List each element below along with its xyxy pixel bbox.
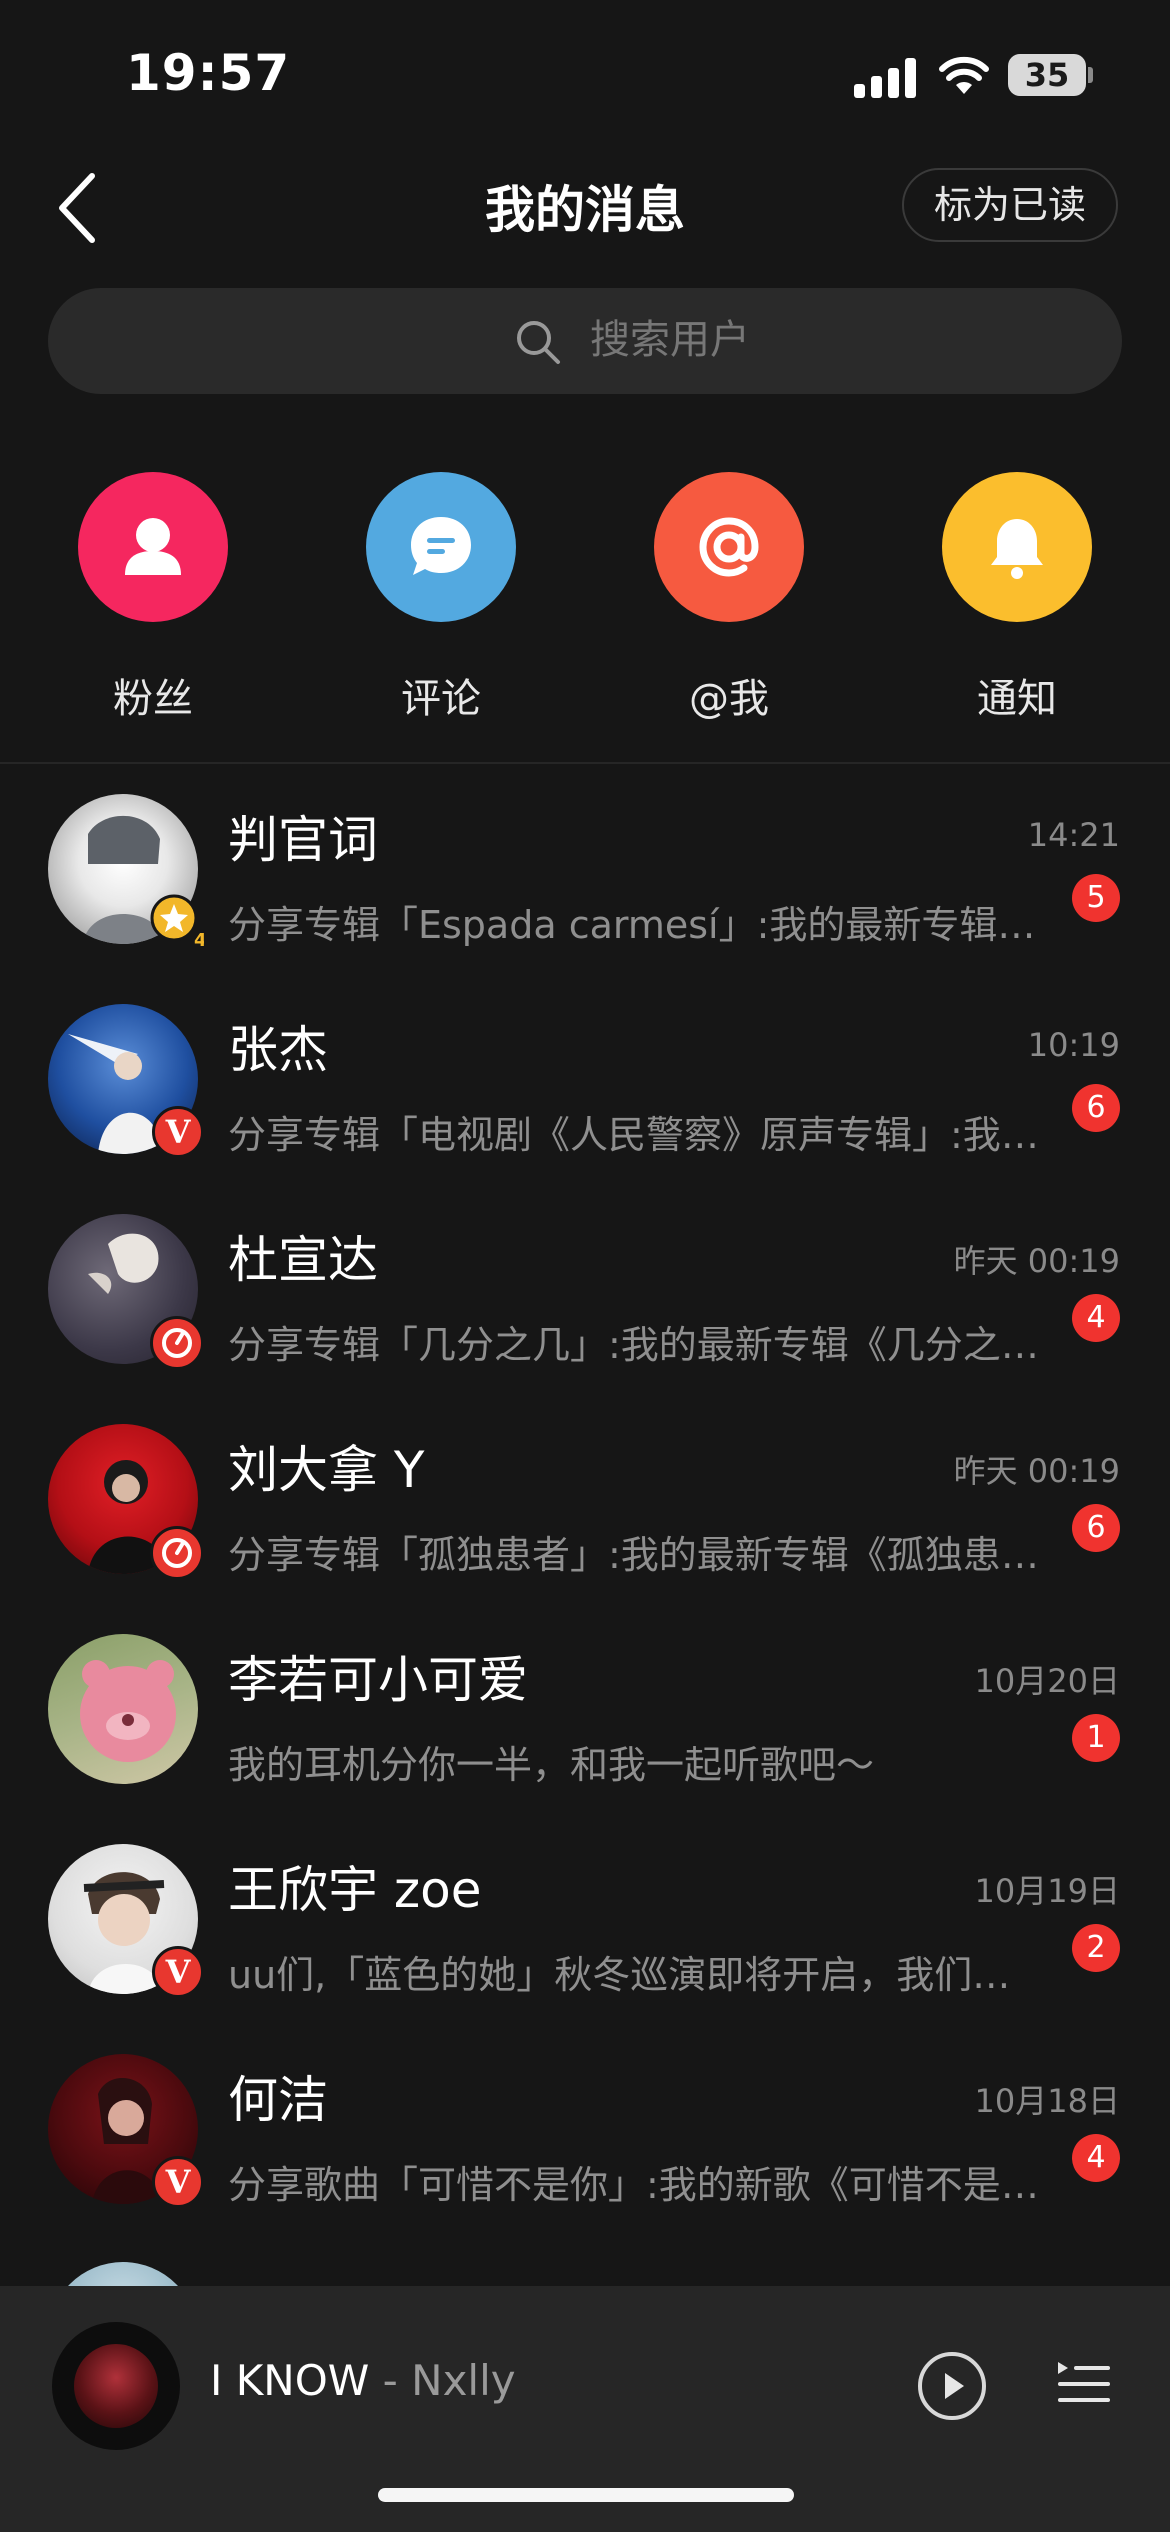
avatar[interactable]: [48, 1214, 204, 1370]
message-row[interactable]: 李若可小可爱 10月20日 我的耳机分你一半，和我一起听歌吧～ 1: [0, 1634, 1170, 1844]
person-icon: [78, 472, 228, 622]
wifi-icon: [939, 56, 989, 94]
message-time: 10月20日: [974, 1662, 1120, 1700]
unread-badge: 6: [1072, 1084, 1120, 1132]
category-label: 粉丝: [113, 676, 193, 722]
search-icon: [517, 321, 560, 364]
message-name: 判官词: [228, 811, 378, 869]
star-badge-icon: 4: [150, 894, 204, 948]
song-title: I KNOW: [210, 2356, 370, 2405]
message-time: 10月18日: [974, 2082, 1120, 2120]
avatar[interactable]: V: [48, 1844, 204, 1998]
message-preview: 分享歌曲「可惜不是你」:我的新歌《可惜不是你》: [228, 2163, 1044, 2207]
message-time: 10:19: [1027, 1026, 1120, 1064]
category-label: @我: [689, 676, 769, 722]
message-row[interactable]: 4 判官词 14:21 分享专辑「Espada carmesí」:我的最新专辑《…: [0, 794, 1170, 1004]
unread-badge: 5: [1072, 874, 1120, 922]
song-artist: Nxlly: [411, 2356, 516, 2405]
signal-icon: [854, 58, 918, 98]
divider: [0, 762, 1170, 764]
title-separator: -: [369, 2356, 412, 2405]
comment-icon: [366, 472, 516, 622]
home-indicator: [378, 2488, 794, 2502]
search-bar[interactable]: 搜索用户: [48, 288, 1122, 394]
mark-read-button[interactable]: 标为已读: [902, 168, 1118, 242]
category-fans[interactable]: 粉丝: [78, 472, 228, 724]
message-preview: 分享专辑「电视剧《人民警察》原声专辑」:我的最新专辑: [228, 1113, 1044, 1157]
at-icon: [654, 472, 804, 622]
message-row[interactable]: V 张杰 10:19 分享专辑「电视剧《人民警察》原声专辑」:我的最新专辑 6: [0, 1004, 1170, 1214]
message-row[interactable]: 刘大拿 Y 昨天 00:19 分享专辑「孤独患者」:我的最新专辑《孤独患者》 6: [0, 1424, 1170, 1634]
music-badge-icon: [150, 1526, 204, 1580]
message-time: 10月19日: [974, 1872, 1120, 1910]
category-label: 通知: [977, 676, 1057, 722]
message-row[interactable]: V 何洁 10月18日 分享歌曲「可惜不是你」:我的新歌《可惜不是你》 4: [0, 2054, 1170, 2264]
avatar[interactable]: [48, 1424, 204, 1580]
message-preview: 分享专辑「孤独患者」:我的最新专辑《孤独患者》: [228, 1533, 1044, 1577]
verified-v-icon: V: [152, 1946, 204, 1998]
search-input[interactable]: 搜索用户: [590, 310, 750, 370]
battery-icon: 35: [1008, 54, 1086, 96]
message-name: 王欣宇 zoe: [228, 1861, 482, 1919]
unread-badge: 4: [1072, 2134, 1120, 2182]
music-badge-icon: [150, 1316, 204, 1370]
message-name: 何洁: [228, 2071, 328, 2129]
message-name: 刘大拿 Y: [228, 1441, 425, 1499]
avatar[interactable]: [48, 1634, 198, 1784]
message-row[interactable]: 杜宣达 昨天 00:19 分享专辑「几分之几」:我的最新专辑《几分之几》 4: [0, 1214, 1170, 1424]
now-playing-title: I KNOW - Nxlly: [210, 2356, 516, 2405]
avatar[interactable]: V: [48, 2054, 204, 2208]
category-notifications[interactable]: 通知: [942, 472, 1092, 724]
avatar[interactable]: 4: [48, 794, 204, 948]
unread-badge: 1: [1072, 1714, 1120, 1762]
album-cover[interactable]: [52, 2322, 180, 2450]
message-time: 昨天 00:19: [953, 1242, 1120, 1280]
message-preview: 分享专辑「Espada carmesí」:我的最新专辑《Espada carme…: [228, 903, 1044, 947]
avatar[interactable]: V: [48, 1004, 204, 1158]
category-comments[interactable]: 评论: [366, 472, 516, 724]
battery-tip: [1088, 67, 1093, 83]
message-time: 昨天 00:19: [953, 1452, 1120, 1490]
message-time: 14:21: [1027, 816, 1120, 854]
play-button[interactable]: [918, 2352, 986, 2420]
message-preview: uu们,「蓝色的她」秋冬巡演即将开启，我们一起: [228, 1953, 1044, 1997]
message-preview: 分享专辑「几分之几」:我的最新专辑《几分之几》: [228, 1323, 1044, 1367]
unread-badge: 4: [1072, 1294, 1120, 1342]
bell-icon: [942, 472, 1092, 622]
playlist-icon[interactable]: [1056, 2356, 1112, 2412]
message-name: 张杰: [228, 1021, 328, 1079]
category-label: 评论: [401, 676, 481, 722]
status-time: 19:57: [126, 44, 291, 102]
unread-badge: 6: [1072, 1504, 1120, 1552]
verified-v-icon: V: [152, 1106, 204, 1158]
badge-level: 4: [194, 930, 204, 948]
message-name: 杜宣达: [228, 1231, 378, 1289]
message-row[interactable]: V 王欣宇 zoe 10月19日 uu们,「蓝色的她」秋冬巡演即将开启，我们一起…: [0, 1844, 1170, 2054]
unread-badge: 2: [1072, 1924, 1120, 1972]
play-icon: [945, 2373, 964, 2399]
message-name: 李若可小可爱: [228, 1651, 528, 1709]
verified-v-icon: V: [152, 2156, 204, 2208]
status-bar: 19:57 35: [0, 0, 1170, 150]
message-preview: 我的耳机分你一半，和我一起听歌吧～: [228, 1743, 875, 1787]
category-mentions[interactable]: @我: [654, 472, 804, 724]
